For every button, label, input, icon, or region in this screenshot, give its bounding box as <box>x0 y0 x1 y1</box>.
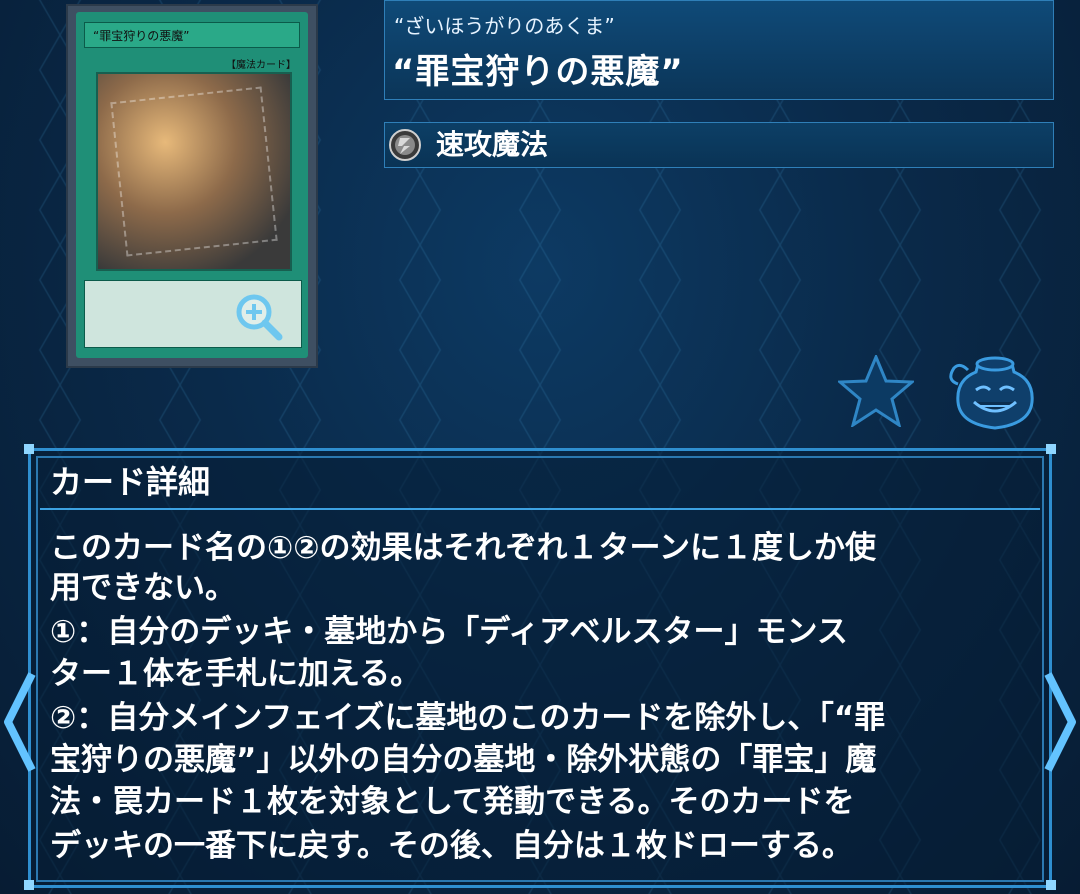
effect-text-line: 法・罠カード１枚を対象として発動できる。そのカードを <box>50 784 855 820</box>
card-image-name: “罪宝狩りの悪魔” <box>84 22 300 48</box>
panel-corner <box>24 444 34 454</box>
card-name-ruby: “ざいほうがりのあくま” <box>394 14 615 38</box>
card-artwork <box>96 72 292 271</box>
panel-corner <box>1046 880 1056 890</box>
effect-text-line: ター１体を手札に加える。 <box>50 656 422 692</box>
card-type-label: 速攻魔法 <box>436 128 549 161</box>
detail-divider <box>40 508 1040 510</box>
panel-corner <box>24 880 34 890</box>
card-artwork-detail <box>110 86 278 257</box>
pot-of-greed-icon[interactable] <box>948 350 1042 432</box>
effect-text-line: 用できない。 <box>50 570 236 606</box>
panel-corner <box>1046 444 1056 454</box>
chevron-left-icon[interactable] <box>2 670 38 774</box>
detail-heading: カード詳細 <box>50 463 211 501</box>
quick-play-spell-icon <box>389 129 421 161</box>
effect-text-line: ②：自分メインフェイズに墓地のこのカードを除外し、「“罪 <box>50 700 886 736</box>
effect-text-line: 宝狩りの悪魔”」以外の自分の墓地・除外状態の「罪宝」魔 <box>50 742 877 778</box>
effect-text-line: ①：自分のデッキ・墓地から「ディアベルスター」モンス <box>50 614 848 650</box>
star-icon[interactable] <box>838 355 914 427</box>
card-name: “罪宝狩りの悪魔” <box>392 52 684 92</box>
effect-text-line: デッキの一番下に戻す。その後、自分は１枚ドローする。 <box>50 828 853 864</box>
card-image-type: 【魔法カード】 <box>226 60 296 71</box>
zoom-in-icon[interactable] <box>232 290 284 342</box>
effect-text-line: このカード名の①②の効果はそれぞれ１ターンに１度しか使 <box>50 530 876 566</box>
chevron-right-icon[interactable] <box>1042 670 1078 774</box>
